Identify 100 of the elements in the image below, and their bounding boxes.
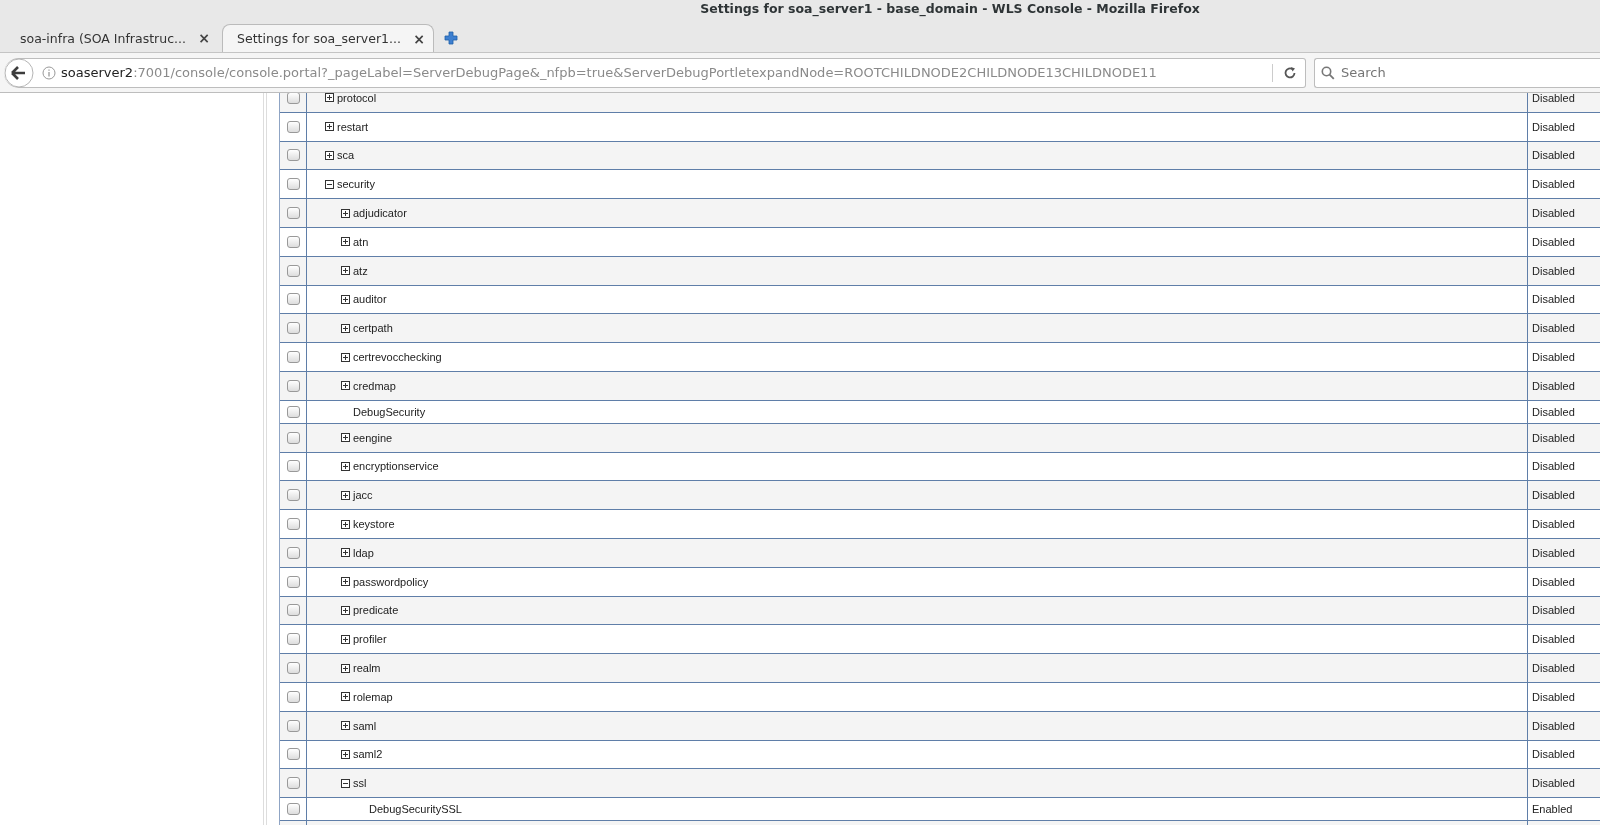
status-text: Disabled (1532, 719, 1575, 732)
expand-icon[interactable] (341, 692, 350, 702)
node-name: certrevocchecking (353, 351, 442, 364)
expand-icon[interactable] (341, 381, 350, 391)
expand-icon[interactable] (341, 749, 350, 759)
row-checkbox[interactable] (286, 379, 300, 392)
row-checkbox[interactable] (286, 803, 300, 816)
node-name: adjudicator (353, 207, 407, 220)
row-checkbox[interactable] (286, 633, 300, 646)
expand-icon[interactable] (341, 433, 350, 443)
row-checkbox[interactable] (286, 235, 300, 248)
node-name: security (337, 178, 375, 191)
row-checkbox[interactable] (286, 405, 300, 418)
expand-icon[interactable] (341, 519, 350, 529)
row-checkbox[interactable] (286, 604, 300, 617)
row-checkbox[interactable] (286, 777, 300, 790)
status-text: Disabled (1532, 149, 1575, 162)
row-checkbox[interactable] (286, 178, 300, 191)
status-text: Disabled (1532, 518, 1575, 531)
collapse-icon[interactable] (325, 179, 334, 189)
expand-icon[interactable] (341, 461, 350, 471)
expand-icon[interactable] (325, 151, 334, 160)
node-name: encryptionservice (353, 460, 439, 473)
expand-icon[interactable] (325, 122, 334, 132)
row-checkbox[interactable] (286, 690, 300, 703)
status-text: Disabled (1532, 748, 1575, 761)
expand-icon[interactable] (341, 490, 350, 500)
search-field[interactable]: Search (1314, 57, 1600, 88)
row-checkbox[interactable] (286, 264, 300, 277)
status-text: Disabled (1532, 322, 1575, 335)
node-name: atn (353, 235, 369, 248)
status-text: Disabled (1532, 178, 1575, 191)
row-checkbox[interactable] (286, 149, 300, 162)
row-checkbox[interactable] (286, 120, 300, 133)
status-text: Disabled (1532, 405, 1575, 418)
browser-tab[interactable]: Settings for soa_server1... × (222, 24, 434, 52)
node-name: sca (337, 149, 355, 162)
row-checkbox[interactable] (286, 748, 300, 761)
row-checkbox[interactable] (286, 489, 300, 502)
status-text: Disabled (1532, 662, 1575, 675)
expand-icon[interactable] (341, 266, 350, 276)
node-name: saml2 (353, 748, 383, 761)
search-icon (1321, 65, 1335, 80)
status-text: Disabled (1532, 690, 1575, 703)
status-text: Disabled (1532, 575, 1575, 588)
row-checkbox[interactable] (286, 460, 300, 473)
status-text: Enabled (1532, 803, 1573, 816)
new-tab-icon[interactable] (444, 31, 458, 45)
status-text: Disabled (1532, 379, 1575, 392)
node-name: profiler (353, 633, 387, 646)
expand-icon[interactable] (341, 577, 350, 587)
close-tab-button[interactable]: × (413, 30, 425, 47)
row-checkbox[interactable] (286, 662, 300, 675)
row-checkbox[interactable] (286, 293, 300, 306)
row-checkbox[interactable] (286, 575, 300, 588)
expand-icon[interactable] (325, 93, 334, 103)
row-checkbox[interactable] (286, 431, 300, 444)
row-checkbox[interactable] (286, 546, 300, 559)
expand-icon[interactable] (341, 634, 350, 644)
status-text: Disabled (1532, 777, 1575, 790)
expand-icon[interactable] (341, 208, 350, 218)
node-name: passwordpolicy (353, 575, 429, 588)
expand-icon[interactable] (341, 721, 350, 731)
browser-tab[interactable]: soa-infra (SOA Infrastruc... × (6, 24, 218, 52)
node-name: protocol (337, 93, 377, 104)
row-checkbox[interactable] (286, 207, 300, 220)
node-name: eengine (353, 431, 393, 444)
status-text: Disabled (1532, 604, 1575, 617)
reload-icon[interactable] (1283, 65, 1297, 80)
close-tab-button[interactable]: × (198, 30, 210, 46)
node-name: realm (353, 662, 381, 675)
expand-icon[interactable] (341, 352, 350, 362)
expand-icon[interactable] (341, 605, 350, 615)
row-checkbox[interactable] (286, 719, 300, 732)
address-bar[interactable]: soaserver2:7001/console/console.portal?_pageLabel=ServerDebugPage&_nfpb=true&ServerDebugPortletexpandNode=ROOTCHILDNODE2CHILDNODE13CHILDNODE11 (4, 57, 1306, 88)
status-text: Disabled (1532, 207, 1575, 220)
row-checkbox[interactable] (286, 518, 300, 531)
node-name: atz (353, 264, 368, 277)
node-name: saml (353, 719, 377, 732)
row-checkbox[interactable] (286, 322, 300, 335)
node-name: rolemap (353, 690, 393, 703)
expand-icon[interactable] (341, 548, 350, 558)
node-name: keystore (353, 518, 395, 531)
status-text: Disabled (1532, 351, 1575, 364)
expand-icon[interactable] (341, 663, 350, 673)
window-title: Settings for soa_server1 - base_domain - WLS Console - Mozilla Firefox (700, 1, 1200, 17)
row-checkbox[interactable] (286, 351, 300, 364)
status-text: Disabled (1532, 235, 1575, 248)
status-text: Disabled (1532, 546, 1575, 559)
back-icon[interactable] (4, 57, 34, 88)
node-name: jacc (353, 489, 373, 502)
row-checkbox[interactable] (286, 93, 300, 104)
expand-icon[interactable] (341, 294, 350, 304)
node-name: DebugSecuritySSL (369, 803, 462, 816)
node-name: certpath (353, 322, 393, 335)
expand-icon[interactable] (341, 237, 350, 247)
expand-icon[interactable] (341, 323, 350, 333)
status-text: Disabled (1532, 264, 1575, 277)
collapse-icon[interactable] (341, 778, 350, 788)
node-name: ldap (353, 546, 374, 559)
